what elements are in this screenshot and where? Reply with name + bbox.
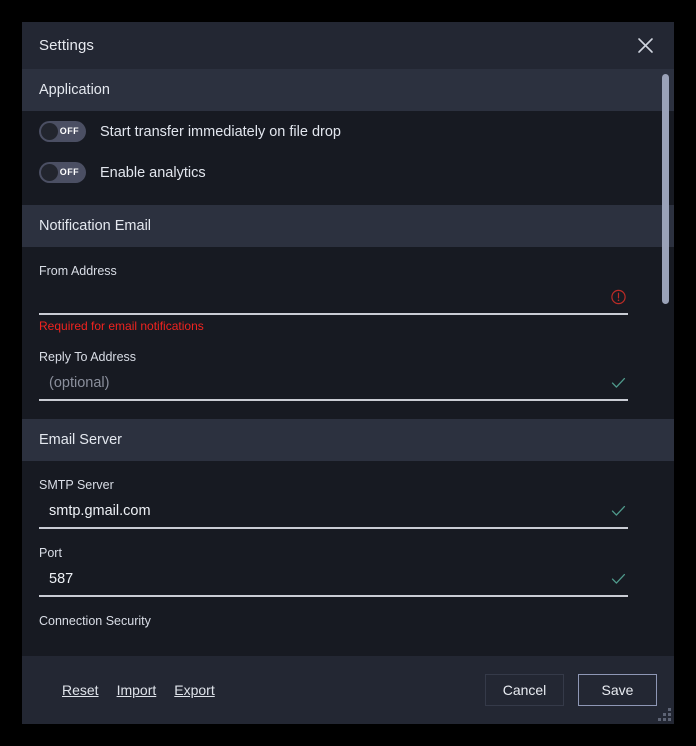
toggle-state-label: OFF [59,167,79,177]
field-label-from-address: From Address [39,264,117,278]
input-reply-to-address[interactable]: (optional) [39,367,628,401]
settings-scrollbar[interactable] [659,69,671,656]
toggle-label-start-transfer-immediately: Start transfer immediately on file drop [100,123,341,140]
field-port: Port 587 [22,529,674,597]
resize-grip[interactable] [657,707,671,721]
setting-row-start-transfer-immediately[interactable]: OFF Start transfer immediately on file d… [22,111,674,152]
footer-actions-right: Cancel Save [485,674,657,706]
close-icon[interactable] [630,31,660,61]
input-smtp-server[interactable]: smtp.gmail.com [39,495,628,529]
settings-dialog: Settings Application OFF Start transfer … [22,22,674,724]
scrollbar-thumb[interactable] [662,74,669,304]
section-header-email-server: Email Server [22,419,674,461]
dialog-title: Settings [39,37,94,54]
toggle-enable-analytics[interactable]: OFF [39,162,86,183]
toggle-start-transfer-immediately[interactable]: OFF [39,121,86,142]
input-port[interactable]: 587 [39,563,628,597]
field-label-port: Port [39,546,62,560]
export-button[interactable]: Export [174,682,214,698]
check-icon [611,377,626,390]
input-value-smtp-server: smtp.gmail.com [49,503,151,519]
check-icon [611,505,626,518]
toggle-knob [41,123,58,140]
toggle-knob [41,164,58,181]
input-from-address[interactable] [39,281,628,315]
settings-scroll-region: Application OFF Start transfer immediate… [22,69,674,656]
reset-button[interactable]: Reset [62,682,99,698]
check-icon [611,573,626,586]
toggle-state-label: OFF [59,126,79,136]
error-circle-icon [611,289,626,305]
section-header-notification-email: Notification Email [22,205,674,247]
field-label-smtp-server: SMTP Server [39,478,114,492]
cancel-button[interactable]: Cancel [485,674,564,706]
import-button[interactable]: Import [117,682,157,698]
dialog-footer: Reset Import Export Cancel Save [22,656,674,724]
save-button[interactable]: Save [578,674,657,706]
settings-content: Application OFF Start transfer immediate… [22,69,674,656]
dialog-titlebar: Settings [22,22,674,69]
input-value-port: 587 [49,571,74,587]
field-reply-to-address: Reply To Address (optional) [22,333,674,401]
section-header-application: Application [22,69,674,111]
error-text-from-address: Required for email notifications [39,319,204,333]
field-label-connection-security: Connection Security [39,614,151,628]
field-connection-security: Connection Security [22,597,674,631]
input-placeholder-reply-to-address: (optional) [49,375,110,391]
setting-row-enable-analytics[interactable]: OFF Enable analytics [22,152,674,193]
field-from-address: From Address Required for email notifica… [22,247,674,333]
toggle-label-enable-analytics: Enable analytics [100,164,206,181]
footer-actions-left: Reset Import Export [62,682,215,698]
field-smtp-server: SMTP Server smtp.gmail.com [22,461,674,529]
field-label-reply-to-address: Reply To Address [39,350,137,364]
